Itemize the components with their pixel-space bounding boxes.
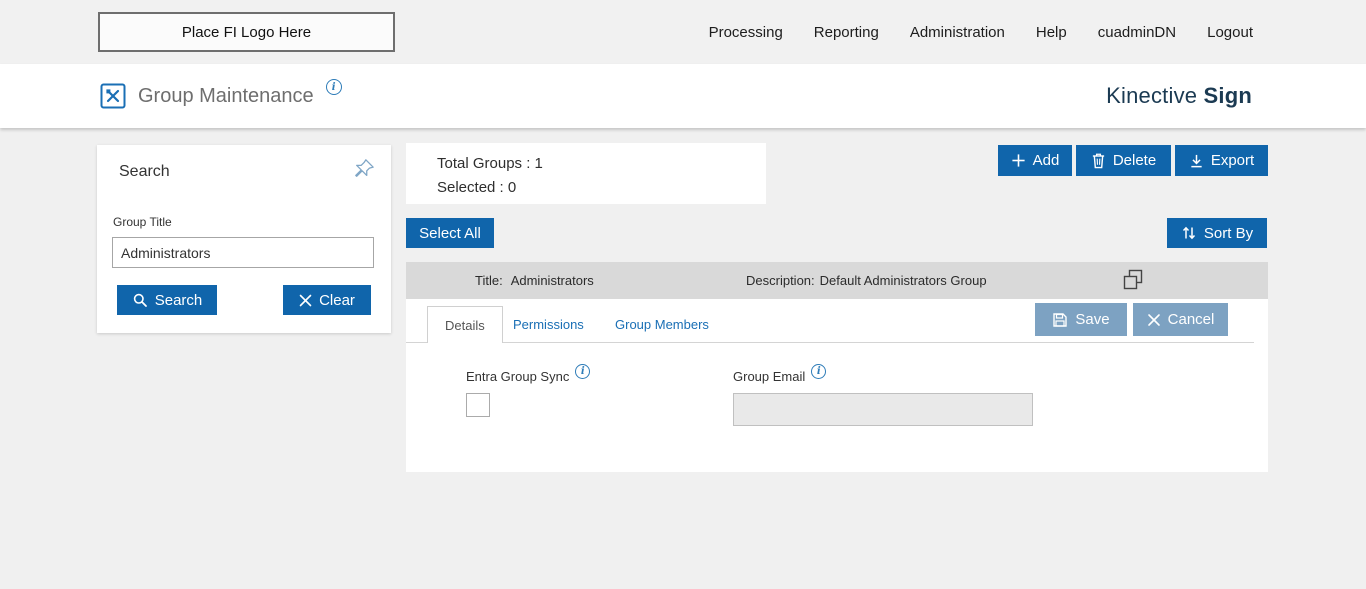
- delete-button[interactable]: Delete: [1076, 145, 1171, 176]
- add-button[interactable]: Add: [998, 145, 1072, 176]
- brand-second: Sign: [1203, 83, 1252, 108]
- save-icon: [1053, 312, 1068, 327]
- save-button[interactable]: Save: [1035, 303, 1127, 336]
- clear-button-label: Clear: [319, 291, 355, 309]
- tab-details[interactable]: Details: [427, 306, 503, 343]
- group-description-cell: Description: Default Administrators Grou…: [746, 262, 987, 299]
- copy-icon[interactable]: [1121, 268, 1145, 292]
- brand-first: Kinective: [1106, 83, 1198, 108]
- nav-item-reporting[interactable]: Reporting: [814, 24, 879, 41]
- groups-summary: Total Groups : 1 Selected : 0: [406, 143, 766, 204]
- top-bar: Place FI Logo Here Processing Reporting …: [0, 0, 1366, 64]
- page-info-icon[interactable]: i: [325, 79, 342, 95]
- group-title-input[interactable]: [112, 237, 374, 268]
- page-title: Group Maintenance: [138, 84, 314, 107]
- clear-button[interactable]: Clear: [283, 285, 371, 315]
- total-groups-text: Total Groups : 1: [437, 155, 543, 172]
- group-row[interactable]: Title: Administrators Description: Defau…: [406, 262, 1268, 299]
- cancel-button[interactable]: Cancel: [1133, 303, 1228, 336]
- group-description-field-label: Description:: [746, 273, 815, 288]
- group-title-value: Administrators: [510, 273, 594, 288]
- search-button-label: Search: [154, 291, 203, 309]
- delete-button-label: Delete: [1112, 152, 1157, 169]
- group-detail-panel: Details Permissions Group Members Save C…: [406, 299, 1268, 472]
- export-button[interactable]: Export: [1175, 145, 1268, 176]
- download-icon: [1191, 154, 1202, 167]
- select-all-label: Select All: [419, 224, 481, 242]
- tab-group-members-label: Group Members: [615, 316, 709, 332]
- page-title-group: Group Maintenance i: [100, 64, 342, 128]
- tab-permissions[interactable]: Permissions: [513, 306, 584, 342]
- save-button-label: Save: [1075, 311, 1110, 328]
- cancel-button-label: Cancel: [1167, 311, 1215, 328]
- close-icon: [299, 294, 312, 306]
- add-button-label: Add: [1032, 152, 1060, 169]
- group-description-value: Default Administrators Group: [819, 273, 987, 288]
- crud-toolbar: Add Delete Export: [998, 145, 1268, 176]
- search-icon: [133, 293, 147, 307]
- sort-arrows-icon: [1182, 226, 1195, 240]
- group-title-cell: Title: Administrators: [475, 262, 594, 299]
- tab-underline: [406, 342, 1254, 343]
- sort-by-button[interactable]: Sort By: [1167, 218, 1267, 248]
- entra-group-sync-label-group: Entra Group Sync i: [466, 364, 591, 384]
- search-panel: Search Group Title Search Clear: [97, 145, 391, 333]
- tab-details-label: Details: [445, 317, 485, 333]
- search-panel-title: Search: [119, 163, 170, 180]
- pin-icon[interactable]: [353, 158, 375, 180]
- nav-item-processing[interactable]: Processing: [709, 24, 783, 41]
- trash-icon: [1092, 153, 1104, 169]
- nav-item-administration[interactable]: Administration: [910, 24, 1005, 41]
- entra-group-sync-checkbox[interactable]: [466, 393, 490, 417]
- brand-logo: Kinective Sign: [1106, 64, 1252, 128]
- tab-group-members[interactable]: Group Members: [615, 306, 709, 342]
- export-button-label: Export: [1210, 152, 1255, 169]
- nav-item-user[interactable]: cuadminDN: [1098, 24, 1176, 41]
- selected-count-text: Selected : 0: [437, 179, 517, 196]
- fi-logo-placeholder: Place FI Logo Here: [98, 12, 395, 52]
- group-email-label: Group Email: [733, 369, 806, 384]
- nav-item-help[interactable]: Help: [1036, 24, 1067, 41]
- sort-by-label: Sort By: [1203, 224, 1254, 242]
- select-all-button[interactable]: Select All: [406, 218, 494, 248]
- entra-info-icon[interactable]: i: [575, 364, 591, 379]
- search-button[interactable]: Search: [117, 285, 217, 315]
- main-content: Search Group Title Search Clear Total Gr…: [0, 128, 1366, 589]
- cancel-x-icon: [1147, 313, 1160, 326]
- group-title-field-label: Title:: [475, 273, 503, 288]
- fi-logo-text: Place FI Logo Here: [181, 23, 312, 41]
- group-title-label: Group Title: [113, 215, 172, 229]
- group-email-input: [733, 393, 1033, 426]
- plus-icon: [1012, 154, 1025, 167]
- page-header: Group Maintenance i Kinective Sign: [0, 64, 1366, 128]
- entra-group-sync-label: Entra Group Sync: [466, 369, 570, 384]
- group-email-label-group: Group Email i: [733, 364, 827, 384]
- nav-item-logout[interactable]: Logout: [1207, 24, 1253, 41]
- maintenance-tools-icon: [100, 83, 126, 109]
- top-navigation: Processing Reporting Administration Help…: [709, 0, 1253, 64]
- tab-permissions-label: Permissions: [513, 316, 584, 332]
- group-email-info-icon[interactable]: i: [811, 364, 827, 379]
